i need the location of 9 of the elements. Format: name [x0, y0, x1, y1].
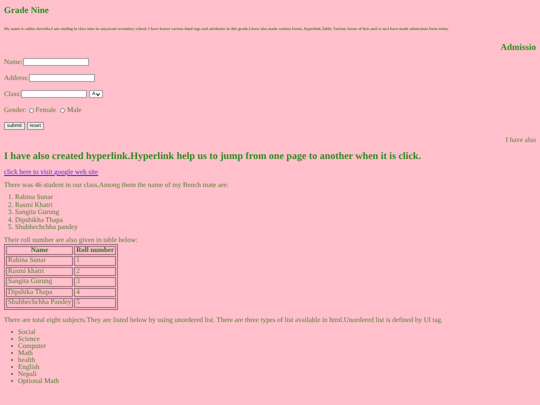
page-heading: Grade Nine [4, 5, 50, 16]
text-input-field[interactable] [22, 58, 89, 66]
text-input-field[interactable] [28, 74, 95, 82]
caret-icon [96, 92, 100, 96]
section-heading: I have also created hyperlink.Hyperlink help us to jump from one page to another when it is click. [4, 151, 422, 163]
scrolling-heading: Admissio [500, 42, 536, 53]
text-input-field[interactable] [21, 90, 88, 98]
radio-button[interactable] [28, 108, 34, 112]
radio-button[interactable] [60, 108, 66, 112]
